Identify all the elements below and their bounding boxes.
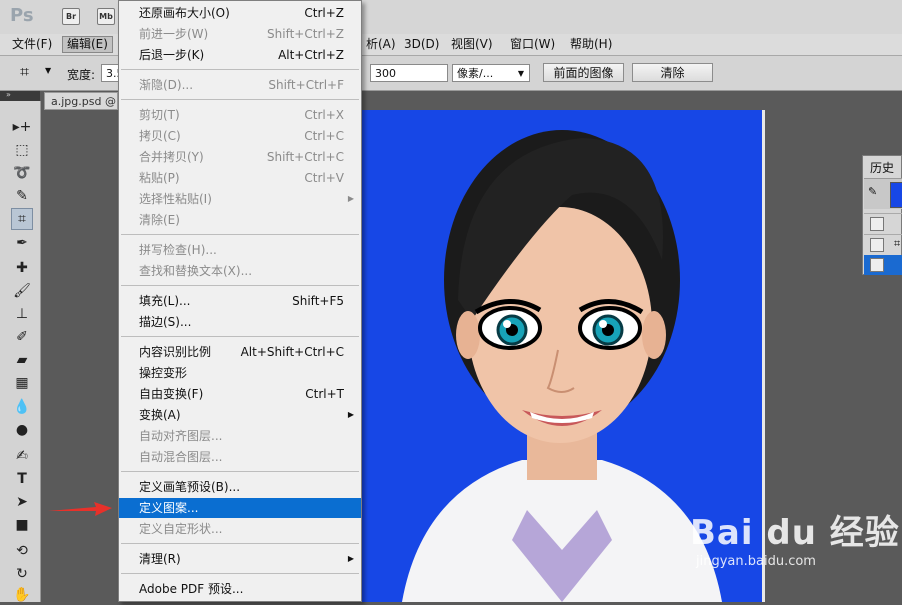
menu-item-paste-special[interactable]: 选择性粘贴(I) ▶ — [119, 189, 361, 209]
watermark: Bai du 经验 jingyan.baidu.com — [690, 505, 900, 569]
clone-stamp-tool-icon[interactable]: ⊥ — [12, 304, 32, 324]
menu-item-adobe-pdf-presets[interactable]: Adobe PDF 预设... — [119, 579, 361, 599]
menu-item-stroke[interactable]: 描边(S)... — [119, 312, 361, 332]
photoshop-logo: Ps — [10, 5, 34, 26]
3d-rotate-tool-icon[interactable]: ⟲ — [12, 541, 32, 561]
menu-separator — [121, 69, 359, 70]
hand-tool-icon[interactable]: ✋ — [12, 585, 32, 605]
pen-tool-icon[interactable]: ✍ — [12, 446, 32, 466]
resolution-unit-value: 像素/... — [457, 67, 494, 80]
menu-item-content-aware-scale[interactable]: 内容识别比例 Alt+Shift+Ctrl+C — [119, 342, 361, 362]
menu-item-define-brush-preset[interactable]: 定义画笔预设(B)... — [119, 477, 361, 497]
menu-separator — [121, 234, 359, 235]
menu-window[interactable]: 窗口(W) — [506, 36, 559, 53]
snapshot-thumbnail — [890, 182, 902, 208]
menu-separator — [121, 543, 359, 544]
menu-separator — [121, 471, 359, 472]
red-arrow-icon — [48, 502, 112, 516]
menu-item-step-backward[interactable]: 后退一步(K) Alt+Ctrl+Z — [119, 45, 361, 65]
menu-item-copy[interactable]: 拷贝(C) Ctrl+C — [119, 126, 361, 146]
menu-item-fade[interactable]: 渐隐(D)... Shift+Ctrl+F — [119, 75, 361, 95]
watermark-brand: Bai du 经验 — [690, 513, 900, 553]
clear-button[interactable]: 清除 — [632, 63, 713, 82]
menu-help[interactable]: 帮助(H) — [566, 36, 616, 53]
quick-select-tool-icon[interactable]: ✎ — [12, 186, 32, 206]
menu-item-define-pattern[interactable]: 定义图案... — [119, 498, 361, 518]
history-row-selected[interactable] — [864, 255, 902, 275]
menu-item-paste[interactable]: 粘贴(P) Ctrl+V — [119, 168, 361, 188]
menu-item-free-transform[interactable]: 自由变换(F) Ctrl+T — [119, 384, 361, 404]
lasso-tool-icon[interactable]: ➰ — [12, 163, 32, 183]
menu-item-copy-merged[interactable]: 合并拷贝(Y) Shift+Ctrl+C — [119, 147, 361, 167]
history-checkbox[interactable] — [870, 217, 884, 231]
chevron-down-icon[interactable]: ▼ — [45, 66, 51, 75]
menu-separator — [121, 336, 359, 337]
menu-item-cut[interactable]: 剪切(T) Ctrl+X — [119, 105, 361, 125]
chevron-down-icon: ▼ — [517, 69, 524, 78]
menu-separator — [121, 99, 359, 100]
dodge-tool-icon[interactable]: ● — [12, 420, 32, 440]
marquee-tool-icon[interactable]: ⬚ — [12, 140, 32, 160]
menu-item-fill[interactable]: 填充(L)... Shift+F5 — [119, 291, 361, 311]
menu-item-find-replace-text[interactable]: 查找和替换文本(X)... — [119, 261, 361, 281]
menu-separator — [121, 285, 359, 286]
healing-brush-tool-icon[interactable]: ✚ — [12, 258, 32, 278]
path-selection-tool-icon[interactable]: ➤ — [12, 492, 32, 512]
eyedropper-tool-icon[interactable]: ✒ — [12, 233, 32, 253]
menu-3d[interactable]: 3D(D) — [400, 36, 443, 53]
menu-item-step-forward[interactable]: 前进一步(W) Shift+Ctrl+Z — [119, 24, 361, 44]
type-tool-icon[interactable]: T — [12, 469, 32, 489]
eraser-tool-icon[interactable]: ▰ — [12, 350, 32, 370]
mini-bridge-button[interactable]: Mb — [97, 8, 115, 25]
menu-item-auto-blend-layers[interactable]: 自动混合图层... — [119, 447, 361, 467]
submenu-arrow-icon: ▶ — [347, 194, 354, 203]
tools-panel-header[interactable]: » — [0, 90, 40, 101]
front-image-button[interactable]: 前面的图像 — [543, 63, 624, 82]
menu-item-auto-align-layers[interactable]: 自动对齐图层... — [119, 426, 361, 446]
document-tab[interactable]: a.jpg.psd @ — [44, 92, 118, 110]
width-label: 宽度: — [67, 68, 96, 82]
crop-icon: ⌗ — [894, 237, 901, 250]
crop-tool-icon[interactable]: ⌗ — [11, 208, 33, 230]
crop-tool-preset-icon[interactable]: ⌗ — [20, 62, 29, 82]
move-tool-icon[interactable]: ▸+ — [12, 117, 32, 137]
collapse-icon[interactable]: » — [6, 90, 11, 99]
menu-item-undo-canvas-size[interactable]: 还原画布大小(O) Ctrl+Z — [119, 3, 361, 23]
brush-tool-icon[interactable]: 🖌 — [12, 281, 32, 301]
submenu-arrow-icon: ▶ — [347, 554, 354, 563]
width-field[interactable]: 3.5 — [101, 64, 124, 82]
resolution-field[interactable]: 300 — [370, 64, 448, 82]
menu-item-purge[interactable]: 清理(R) ▶ — [119, 549, 361, 569]
bridge-button[interactable]: Br — [62, 8, 80, 25]
history-row[interactable] — [864, 213, 902, 234]
history-brush-tool-icon[interactable]: ✐ — [12, 327, 32, 347]
history-checkbox[interactable] — [870, 238, 884, 252]
menu-file[interactable]: 文件(F) — [8, 36, 56, 53]
menu-separator — [121, 573, 359, 574]
history-row[interactable]: ⌗ — [864, 234, 902, 255]
history-snapshot-row[interactable]: ✎ — [864, 178, 902, 209]
submenu-arrow-icon: ▶ — [347, 410, 354, 419]
shape-tool-icon[interactable]: ■ — [12, 515, 32, 535]
menu-item-transform[interactable]: 变换(A) ▶ — [119, 405, 361, 425]
menu-item-define-custom-shape[interactable]: 定义自定形状... — [119, 519, 361, 539]
history-checkbox[interactable] — [870, 258, 884, 272]
menu-item-clear[interactable]: 清除(E) — [119, 210, 361, 230]
brush-icon: ✎ — [868, 185, 878, 198]
gradient-tool-icon[interactable]: ▦ — [12, 373, 32, 393]
resolution-unit-select[interactable]: 像素/... ▼ — [452, 64, 530, 82]
menu-view[interactable]: 视图(V) — [447, 36, 497, 53]
blur-tool-icon[interactable]: 💧 — [12, 397, 32, 417]
menu-analysis[interactable]: 析(A) — [362, 36, 400, 53]
watermark-url: jingyan.baidu.com — [696, 554, 816, 569]
menu-item-puppet-warp[interactable]: 操控变形 — [119, 363, 361, 383]
menu-edit[interactable]: 编辑(E) — [62, 36, 113, 53]
3d-orbit-tool-icon[interactable]: ↻ — [12, 564, 32, 584]
menu-item-check-spelling[interactable]: 拼写检查(H)... — [119, 240, 361, 260]
